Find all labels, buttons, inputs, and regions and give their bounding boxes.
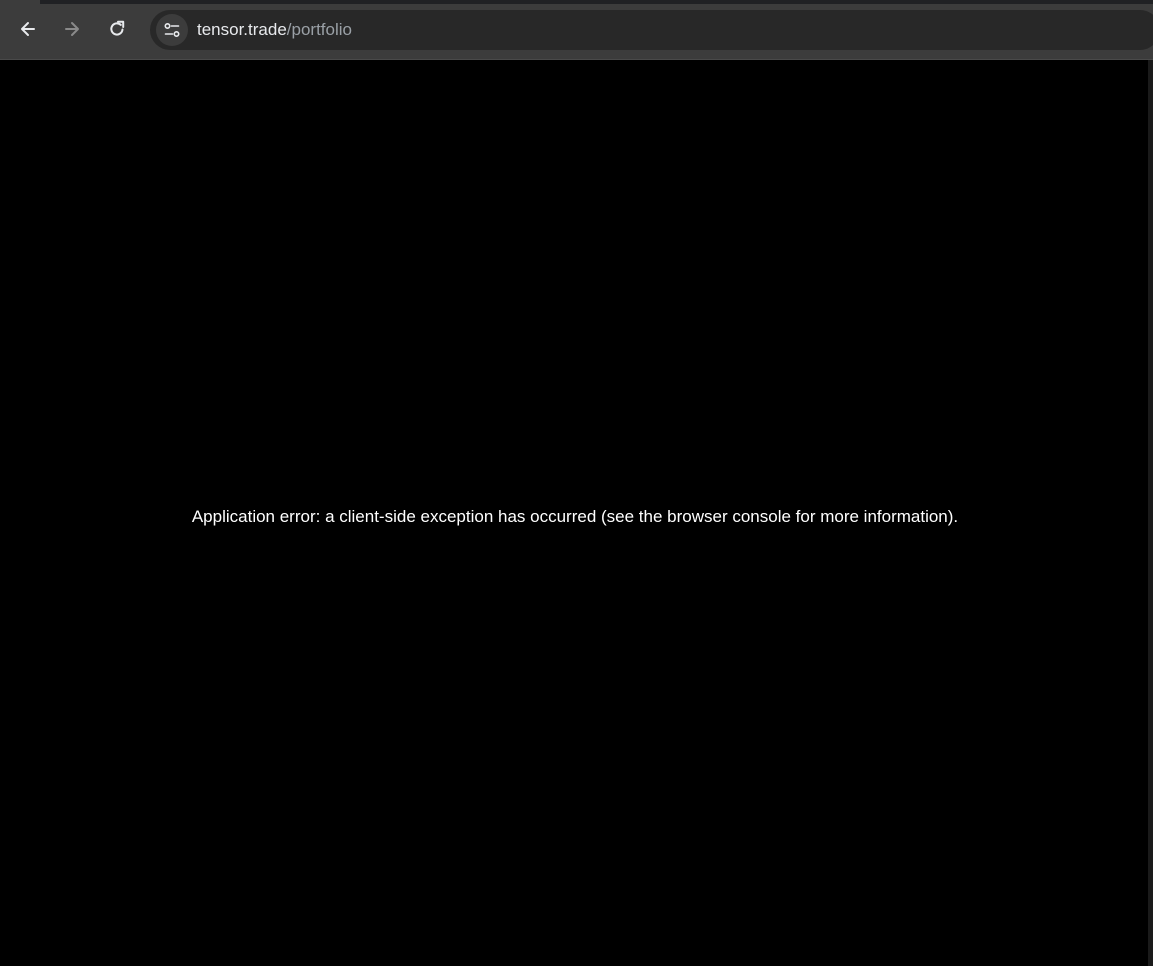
reload-button[interactable] <box>100 12 134 46</box>
back-button[interactable] <box>11 12 45 46</box>
site-info-button[interactable] <box>156 14 188 46</box>
address-bar[interactable]: tensor.trade/portfolio <box>150 10 1153 50</box>
arrow-left-icon <box>21 22 35 36</box>
reload-icon <box>110 20 125 36</box>
url-path: /portfolio <box>286 20 352 39</box>
active-tab[interactable] <box>0 0 40 4</box>
url-text[interactable]: tensor.trade/portfolio <box>197 10 352 50</box>
window-right-edge <box>1148 60 1153 966</box>
forward-button[interactable] <box>55 12 89 46</box>
tab-strip <box>0 0 1153 4</box>
tune-icon <box>164 22 180 38</box>
browser-toolbar: tensor.trade/portfolio <box>0 0 1153 60</box>
page-viewport: Application error: a client-side excepti… <box>0 60 1148 966</box>
url-host: tensor.trade <box>197 20 287 39</box>
arrow-right-icon <box>65 22 79 36</box>
application-error-message: Application error: a client-side excepti… <box>191 507 959 526</box>
